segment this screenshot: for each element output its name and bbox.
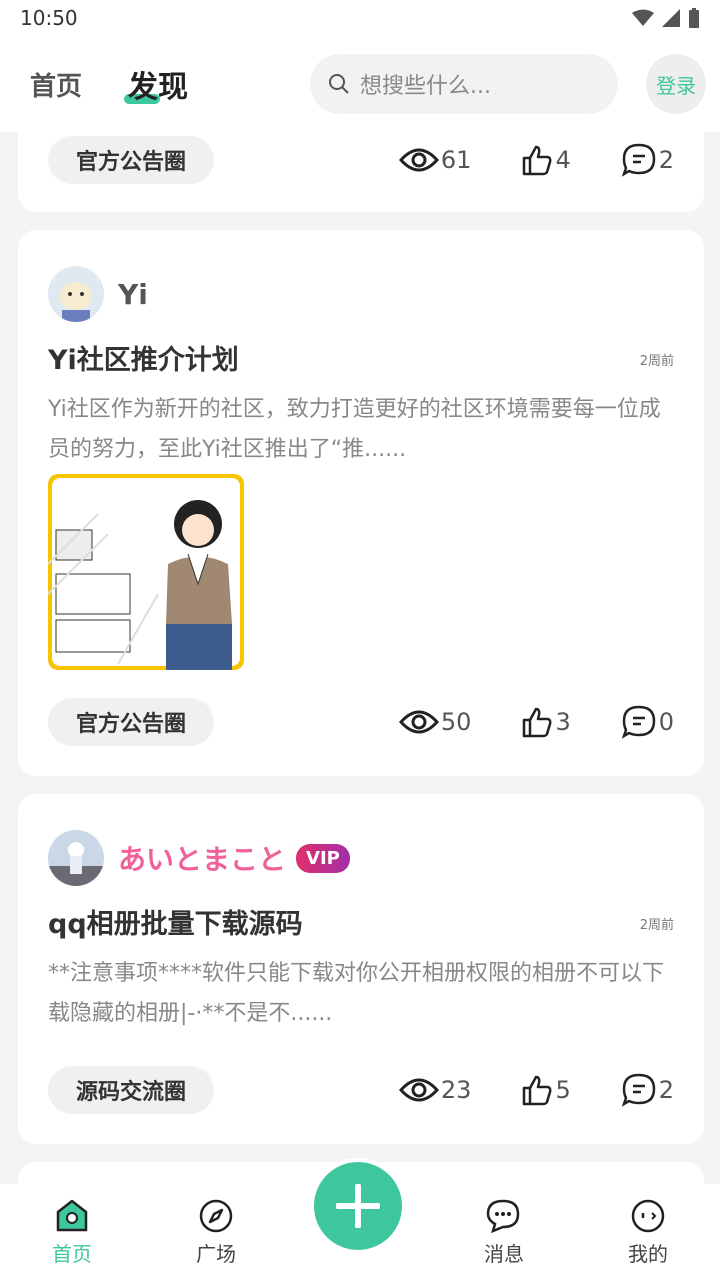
likes-stat[interactable]: 5 bbox=[521, 1074, 571, 1106]
status-bar: 10:50 bbox=[0, 0, 720, 36]
comment-icon bbox=[621, 1073, 655, 1107]
views-stat: 23 bbox=[398, 1076, 472, 1104]
post-author[interactable]: Yi bbox=[48, 266, 148, 322]
nav-profile[interactable]: 我的 bbox=[576, 1198, 720, 1267]
tab-discover[interactable]: 发现 bbox=[124, 62, 188, 106]
comment-icon bbox=[621, 143, 655, 177]
views-count: 23 bbox=[440, 1076, 472, 1104]
nav-home-label: 首页 bbox=[52, 1241, 92, 1266]
likes-stat[interactable]: 3 bbox=[521, 706, 571, 738]
thumbs-up-icon bbox=[523, 1075, 552, 1106]
nav-messages-label: 消息 bbox=[484, 1241, 524, 1266]
post-title[interactable]: qq相册批量下载源码 bbox=[48, 902, 303, 941]
likes-stat[interactable]: 4 bbox=[521, 144, 571, 176]
views-count: 61 bbox=[440, 146, 472, 174]
post-time: 2周前 bbox=[639, 354, 674, 369]
comments-stat[interactable]: 2 bbox=[621, 143, 674, 177]
avatar[interactable] bbox=[48, 830, 104, 886]
top-header: 首页 发现 想搜些什么... 登录 bbox=[0, 36, 720, 132]
post-title[interactable]: Yi社区推介计划 bbox=[48, 338, 239, 377]
post-image[interactable] bbox=[48, 474, 244, 670]
views-stat: 50 bbox=[398, 708, 472, 736]
post-author[interactable]: あいとまこと VIP bbox=[48, 830, 350, 886]
profile-icon bbox=[631, 1199, 665, 1232]
likes-count: 3 bbox=[555, 708, 571, 736]
create-post-button[interactable] bbox=[310, 1158, 406, 1254]
battery-icon bbox=[689, 8, 699, 28]
author-name[interactable]: Yi bbox=[118, 278, 148, 311]
nav-messages[interactable]: 消息 bbox=[432, 1198, 576, 1267]
post-time: 2周前 bbox=[639, 918, 674, 933]
status-time: 10:50 bbox=[20, 6, 78, 30]
bottom-nav: 首页 广场 消息 我的 bbox=[0, 1158, 720, 1280]
search-placeholder: 想搜些什么... bbox=[360, 74, 491, 99]
views-count: 50 bbox=[440, 708, 472, 736]
chat-icon bbox=[486, 1199, 520, 1233]
comments-stat[interactable]: 0 bbox=[621, 705, 674, 739]
likes-count: 4 bbox=[555, 146, 571, 174]
tab-home[interactable]: 首页 bbox=[30, 66, 82, 103]
login-button[interactable]: 登录 bbox=[646, 54, 706, 114]
thumbs-up-icon bbox=[523, 707, 552, 738]
search-icon bbox=[329, 74, 349, 94]
author-name[interactable]: あいとまこと bbox=[118, 838, 286, 878]
comments-stat[interactable]: 2 bbox=[621, 1073, 674, 1107]
eye-icon bbox=[398, 710, 439, 734]
nav-square[interactable]: 广场 bbox=[144, 1198, 288, 1267]
home-icon bbox=[56, 1199, 88, 1231]
post-excerpt[interactable]: **注意事项****软件只能下载对你公开相册权限的相册不可以下载隐藏的相册|-·… bbox=[48, 954, 674, 1034]
nav-home[interactable]: 首页 bbox=[0, 1198, 144, 1267]
comments-count: 2 bbox=[658, 146, 674, 174]
likes-count: 5 bbox=[555, 1076, 571, 1104]
post-tag[interactable]: 官方公告圈 bbox=[48, 698, 215, 746]
nav-square-label: 广场 bbox=[196, 1241, 236, 1266]
comments-count: 0 bbox=[658, 708, 674, 736]
vip-badge: VIP bbox=[296, 843, 350, 873]
post-tag[interactable]: 官方公告圈 bbox=[48, 136, 215, 184]
eye-icon bbox=[398, 1078, 439, 1102]
post-card[interactable]: あいとまこと VIP qq相册批量下载源码 2周前 **注意事项****软件只能… bbox=[18, 794, 704, 1144]
post-card[interactable]: Yi Yi社区推介计划 2周前 Yi社区作为新开的社区，致力打造更好的社区环境需… bbox=[18, 230, 704, 776]
wifi-icon bbox=[632, 9, 654, 26]
views-stat: 61 bbox=[398, 146, 472, 174]
eye-icon bbox=[398, 148, 439, 172]
plus-icon bbox=[336, 1184, 380, 1228]
compass-icon bbox=[199, 1199, 233, 1232]
search-bar[interactable]: 想搜些什么... bbox=[310, 54, 618, 114]
comments-count: 2 bbox=[658, 1076, 674, 1104]
signal-icon bbox=[662, 9, 680, 27]
nav-profile-label: 我的 bbox=[628, 1241, 668, 1266]
post-tag[interactable]: 源码交流圈 bbox=[48, 1066, 215, 1114]
thumbs-up-icon bbox=[523, 145, 552, 176]
avatar[interactable] bbox=[48, 266, 104, 322]
post-excerpt[interactable]: Yi社区作为新开的社区，致力打造更好的社区环境需要每一位成员的努力，至此Yi社区… bbox=[48, 390, 674, 470]
comment-icon bbox=[621, 705, 655, 739]
